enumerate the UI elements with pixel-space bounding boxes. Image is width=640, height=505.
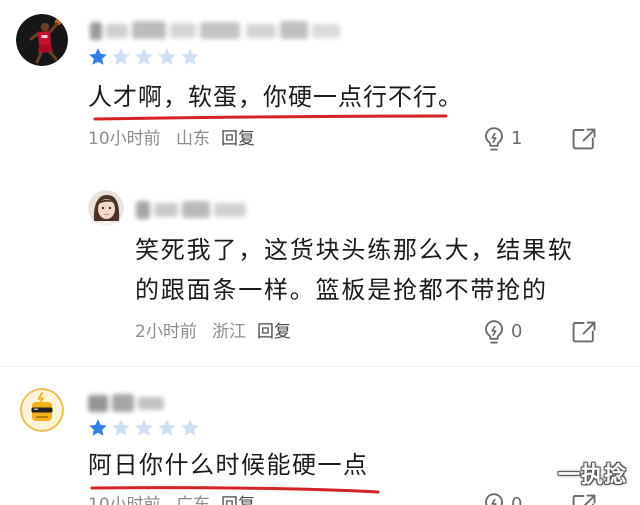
star-empty-icon [135,419,153,436]
red-underline-mark [93,114,448,121]
user-avatar[interactable] [16,14,68,66]
comment-item: 阿日你什么时候能硬一点 10小时前 广东 回复 0 [0,376,640,505]
star-empty-icon [135,48,153,65]
star-empty-icon [112,419,130,436]
star-empty-icon [158,419,176,436]
reply-time: 2小时前 [135,322,197,342]
user-avatar[interactable] [88,190,124,226]
like-button[interactable]: 1 [482,126,522,152]
reply-button[interactable]: 回复 [257,321,291,343]
share-icon[interactable] [571,127,597,151]
reply-button[interactable]: 回复 [221,494,255,505]
star-empty-icon [181,48,199,65]
comment-location: 广东 [176,495,210,505]
comment-item: 人才啊，软蛋，你硬一点行不行。 10小时前 山东 回复 1 [0,0,640,162]
comment-time: 10小时前 [88,495,161,505]
share-icon[interactable] [571,320,597,344]
reply-item: 笑死我了，这货块头练那么大，结果软 的跟面条一样。篮板是抢都不带抢的 2小时前 … [0,178,640,358]
lightbulb-icon [485,320,503,344]
comment-text: 阿日你什么时候能硬一点 [88,451,369,479]
star-empty-icon [181,419,199,436]
username-blurred[interactable] [90,18,342,44]
comment-time: 10小时前 [88,129,161,149]
comment-text: 人才啊，软蛋，你硬一点行不行。 [88,83,463,111]
lightbulb-icon [485,127,503,151]
star-filled-icon [89,419,107,436]
reply-text-line: 的跟面条一样。篮板是抢都不带抢的 [135,276,548,304]
like-count: 0 [511,494,522,505]
star-empty-icon [158,48,176,65]
like-button[interactable]: 0 [482,319,522,345]
like-count: 0 [511,321,522,342]
reply-location: 浙江 [212,322,246,342]
username-blurred[interactable] [136,198,248,222]
watermark-text: 一执捻 [558,463,628,488]
comment-list: 人才啊，软蛋，你硬一点行不行。 10小时前 山东 回复 1 笑死我了，这货块头练… [0,0,640,505]
reply-text-line: 笑死我了，这货块头练那么大，结果软 [135,236,574,264]
star-empty-icon [112,48,130,65]
share-icon[interactable] [571,493,597,505]
thread-divider [0,366,640,367]
like-count: 1 [511,128,522,149]
star-rating [88,47,200,67]
star-rating [88,418,200,438]
comment-location: 山东 [176,129,210,149]
star-filled-icon [89,48,107,65]
lightbulb-icon [485,493,503,505]
reply-button[interactable]: 回复 [221,128,255,150]
like-button[interactable]: 0 [482,492,522,505]
user-avatar[interactable] [20,388,64,432]
username-blurred[interactable] [88,390,168,416]
